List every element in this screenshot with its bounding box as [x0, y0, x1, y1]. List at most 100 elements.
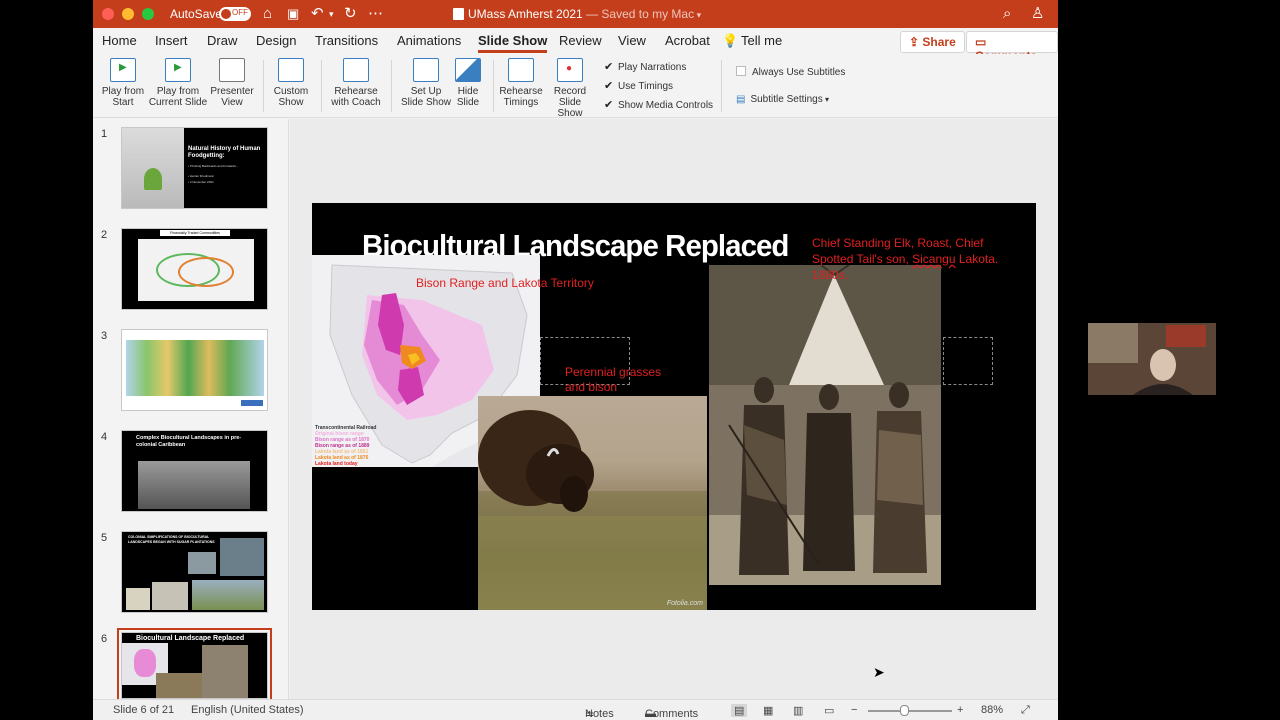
- bison-photo[interactable]: Fotolia.com: [478, 396, 707, 610]
- tab-insert[interactable]: Insert: [155, 33, 188, 48]
- home-icon[interactable]: ⌂: [263, 5, 272, 23]
- play-from-current-slide-button[interactable]: Play fromCurrent Slide: [147, 58, 209, 108]
- slide-thumbnail-1[interactable]: Natural History of Human Foodgetting: • …: [121, 127, 268, 209]
- slide-number: 5: [101, 532, 108, 544]
- photo-caption[interactable]: Chief Standing Elk, Roast, Chief Spotted…: [812, 235, 1012, 283]
- tab-acrobat[interactable]: Acrobat: [665, 33, 710, 48]
- slide-thumbnail-5[interactable]: COLONIAL SIMPLIFICATIONS OF BIOCULTURAL …: [121, 531, 268, 613]
- mouse-cursor-icon: ➤: [873, 664, 885, 680]
- rehearse-timings-icon: [508, 58, 534, 82]
- tab-home[interactable]: Home: [102, 33, 137, 48]
- undo-dropdown-chevron-icon[interactable]: ▾: [329, 5, 334, 23]
- status-bar: Slide 6 of 21 English (United States) ≐ …: [93, 699, 1058, 720]
- checkmark-icon: ✔: [604, 99, 614, 111]
- slide-editing-canvas[interactable]: Biocultural Landscape Replaced Transcont…: [290, 119, 1058, 699]
- thumb-text: • Thinking Backwards and Forwards...: [188, 164, 239, 168]
- slide-thumbnail-3[interactable]: [121, 329, 268, 411]
- slide-thumbnail-2[interactable]: Financially Traded Commodities: [121, 228, 268, 310]
- thumb-text: • 2 November 2021: [188, 180, 214, 184]
- tell-me-field[interactable]: Tell me: [741, 33, 782, 48]
- lightbulb-icon: 💡: [722, 33, 739, 48]
- play-narrations-checkbox[interactable]: ✔ Play Narrations: [604, 60, 686, 73]
- save-icon[interactable]: ▣: [287, 5, 299, 23]
- tab-design[interactable]: Design: [256, 33, 296, 48]
- zoom-level[interactable]: 88%: [981, 704, 1003, 716]
- slide-thumbnails-pane: 1 Natural History of Human Foodgetting: …: [93, 119, 289, 703]
- custom-show-button[interactable]: Custom Show: [269, 58, 313, 108]
- use-timings-checkbox[interactable]: ✔ Use Timings: [604, 79, 673, 92]
- document-title[interactable]: UMass Amherst 2021 — Saved to my Mac ▾: [453, 7, 701, 21]
- map-caption[interactable]: Bison Range and Lakota Territory: [416, 276, 594, 290]
- autosave-toggle[interactable]: OFF: [219, 7, 251, 21]
- set-up-slide-show-button[interactable]: Set Up Slide Show: [400, 58, 452, 108]
- fit-to-window-icon[interactable]: ⤢: [1021, 704, 1030, 717]
- play-from-start-button[interactable]: Play fromStart: [101, 58, 145, 108]
- normal-view-icon[interactable]: ▤: [731, 704, 748, 717]
- close-window-button[interactable]: [102, 8, 114, 20]
- play-from-current-icon: [165, 58, 191, 82]
- thumb-text: • Harriet Friedmann: [188, 174, 215, 178]
- presenter-view-icon: [219, 58, 245, 82]
- checkmark-icon: ✔: [604, 61, 614, 73]
- bison-illustration: [478, 410, 707, 610]
- slide-thumbnail-4[interactable]: Complex Biocultural Landscapes in pre-co…: [121, 430, 268, 512]
- zoom-in-icon[interactable]: +: [957, 704, 963, 716]
- always-use-subtitles-checkbox[interactable]: Always Use Subtitles: [736, 66, 845, 78]
- slide-sorter-icon[interactable]: ▦: [763, 704, 773, 717]
- redo-icon[interactable]: ↻: [344, 5, 357, 23]
- thumb-title: Biocultural Landscape Replaced: [136, 635, 245, 642]
- participant-video: [1088, 323, 1216, 395]
- rehearse-with-coach-button[interactable]: Rehearse with Coach: [329, 58, 383, 108]
- title-bar: AutoSave OFF ⌂ ▣ ↶ ▾ ↻ ⋯ UMass Amherst 2…: [93, 0, 1058, 28]
- empty-text-placeholder[interactable]: [943, 337, 993, 385]
- more-commands-icon[interactable]: ⋯: [368, 5, 383, 23]
- tab-view[interactable]: View: [618, 33, 646, 48]
- tab-review[interactable]: Review: [559, 33, 602, 48]
- tab-animations[interactable]: Animations: [397, 33, 461, 48]
- subtitle-settings-button[interactable]: ▤ Subtitle Settings ▾: [736, 94, 829, 105]
- slide-number: 2: [101, 229, 108, 241]
- grasses-caption[interactable]: Perennial grasses and bison: [565, 365, 675, 395]
- autosave-label: AutoSave: [170, 7, 223, 21]
- rehearse-timings-button[interactable]: Rehearse Timings: [497, 58, 545, 108]
- plant-image: [122, 128, 184, 208]
- climate-map-thumb: [126, 340, 264, 396]
- tab-transitions[interactable]: Transitions: [315, 33, 378, 48]
- tab-slide-show[interactable]: Slide Show: [478, 33, 548, 53]
- search-icon[interactable]: ⌕: [1003, 5, 1011, 23]
- share-icon: ⇪: [909, 35, 923, 49]
- ribbon-toolbar: Play fromStart Play fromCurrent Slide Pr…: [93, 54, 1058, 119]
- show-media-controls-checkbox[interactable]: ✔ Show Media Controls: [604, 98, 713, 111]
- document-icon: [453, 8, 464, 20]
- reading-view-icon[interactable]: ▥: [793, 704, 803, 717]
- thumb-title: Financially Traded Commodities: [160, 230, 230, 236]
- record-icon: [557, 58, 583, 82]
- language-indicator[interactable]: English (United States): [191, 704, 304, 716]
- subtitle-icon: ▤: [736, 94, 746, 105]
- lakota-chiefs-photo[interactable]: [709, 265, 941, 585]
- tab-draw[interactable]: Draw: [207, 33, 237, 48]
- account-icon[interactable]: ♙: [1031, 5, 1044, 23]
- share-button[interactable]: ⇪ Share: [900, 31, 965, 53]
- ribbon-separator: [721, 60, 722, 112]
- photo-watermark: Fotolia.com: [666, 600, 703, 607]
- maximize-window-button[interactable]: [142, 8, 154, 20]
- world-map-thumb: [138, 239, 254, 301]
- current-slide[interactable]: Biocultural Landscape Replaced Transcont…: [312, 203, 1036, 610]
- zoom-out-icon[interactable]: −: [851, 704, 857, 716]
- record-slide-show-button[interactable]: RecordSlide Show: [545, 58, 595, 119]
- zoom-slider-track[interactable]: [868, 710, 952, 712]
- hide-slide-button[interactable]: Hide Slide: [451, 58, 485, 108]
- minimize-window-button[interactable]: [122, 8, 134, 20]
- zoom-slider-handle[interactable]: [900, 705, 909, 716]
- legend-item: Lakota land today: [315, 461, 358, 467]
- slide-thumbnail-6[interactable]: Biocultural Landscape Replaced: [117, 628, 272, 703]
- slide-show-icon[interactable]: ▭: [824, 704, 834, 717]
- ribbon-separator: [263, 60, 264, 112]
- thumb-title: COLONIAL SIMPLIFICATIONS OF BIOCULTURAL …: [128, 535, 215, 544]
- undo-icon[interactable]: ↶: [311, 5, 324, 23]
- presenter-view-button[interactable]: Presenter View: [209, 58, 255, 108]
- ribbon-separator: [321, 60, 322, 112]
- powerpoint-window: AutoSave OFF ⌂ ▣ ↶ ▾ ↻ ⋯ UMass Amherst 2…: [93, 0, 1058, 720]
- comments-button[interactable]: ▭ Comments: [966, 31, 1058, 63]
